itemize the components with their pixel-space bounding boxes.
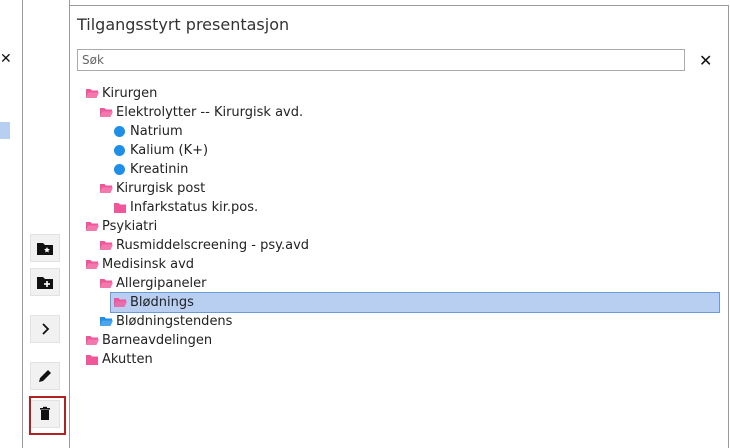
tree-item[interactable]: Psykiatri (86, 217, 157, 235)
folder-open-icon (100, 278, 113, 288)
add-folder-button[interactable] (30, 268, 60, 296)
add-folder-star-button[interactable] (30, 234, 60, 262)
tree-item[interactable]: Kirurgen (86, 84, 157, 102)
tree-item[interactable]: Kalium (K+) (114, 141, 208, 159)
dot-icon (114, 125, 125, 137)
tree-item-label: Natrium (130, 123, 183, 139)
left-selected-item[interactable] (0, 122, 10, 139)
tree-item-label: Elektrolytter -- Kirurgisk avd. (116, 104, 304, 120)
folder-open-icon (114, 298, 127, 307)
tree-item[interactable]: Medisinsk avd (86, 255, 194, 273)
expand-button[interactable] (30, 315, 60, 343)
folder-open-icon (100, 240, 113, 250)
dot-icon (114, 144, 125, 156)
panel-title: Tilgangsstyrt presentasjon (77, 15, 290, 34)
access-controlled-presentation-panel: Tilgangsstyrt presentasjon ✕ Kirurgen Ele… (70, 6, 728, 448)
left-close-icon[interactable]: ✕ (0, 51, 12, 67)
tree-item[interactable]: Barneavdelingen (86, 331, 212, 349)
folder-plus-icon (37, 277, 53, 289)
tree-item[interactable]: Blødningstendens (100, 312, 232, 330)
dot-icon (114, 163, 125, 175)
edit-button[interactable] (30, 362, 60, 390)
tree-item[interactable]: Kreatinin (114, 160, 188, 178)
tree-item-label: Psykiatri (102, 218, 158, 234)
folder-open-icon (86, 259, 99, 269)
tree-item-label: Blødningstendens (116, 313, 233, 329)
folder-open-icon (100, 183, 113, 193)
folder-closed-icon (86, 354, 98, 365)
right-border (728, 5, 729, 448)
folder-open-icon (86, 335, 99, 345)
tree-item-label: Barneavdelingen (102, 332, 213, 348)
tree-item-label: Infarkstatus kir.pos. (130, 199, 259, 215)
folder-open-icon (86, 221, 99, 231)
delete-button-highlight (29, 396, 66, 435)
folder-open-icon (100, 107, 113, 117)
tree-item[interactable]: Infarkstatus kir.pos. (114, 198, 258, 216)
tree-item[interactable]: Kirurgisk post (100, 179, 205, 197)
tree-item-label: Blødnings (130, 295, 194, 310)
tree-item-label: Kalium (K+) (130, 142, 209, 158)
search-input[interactable] (77, 49, 685, 71)
tree-item-label: Allergipaneler (116, 275, 207, 291)
tree-item-label: Kreatinin (130, 161, 189, 177)
tree-item-label: Rusmiddelscreening - psy.avd (116, 237, 310, 253)
clear-search-icon[interactable]: ✕ (699, 51, 712, 70)
tree-item[interactable]: Rusmiddelscreening - psy.avd (100, 236, 309, 254)
folder-open-icon (86, 88, 99, 98)
folder-open-icon (100, 316, 113, 326)
pencil-icon (39, 370, 51, 382)
chevron-right-icon (42, 323, 50, 335)
tree-item[interactable]: Natrium (114, 122, 183, 140)
tree-item[interactable]: Allergipaneler (100, 274, 207, 292)
tree-item-selected[interactable]: Blødnings (110, 292, 720, 313)
tree-item-label: Kirurgisk post (116, 180, 206, 196)
folder-star-icon (37, 243, 53, 255)
tree-item-label: Kirurgen (102, 85, 158, 101)
folder-closed-icon (114, 202, 126, 213)
tree-item[interactable]: Akutten (86, 350, 153, 368)
tree-item[interactable]: Elektrolytter -- Kirurgisk avd. (100, 103, 303, 121)
tree-item-label: Akutten (102, 351, 153, 367)
tree-item-label: Medisinsk avd (102, 256, 195, 272)
left-panel: ✕ (0, 0, 23, 448)
